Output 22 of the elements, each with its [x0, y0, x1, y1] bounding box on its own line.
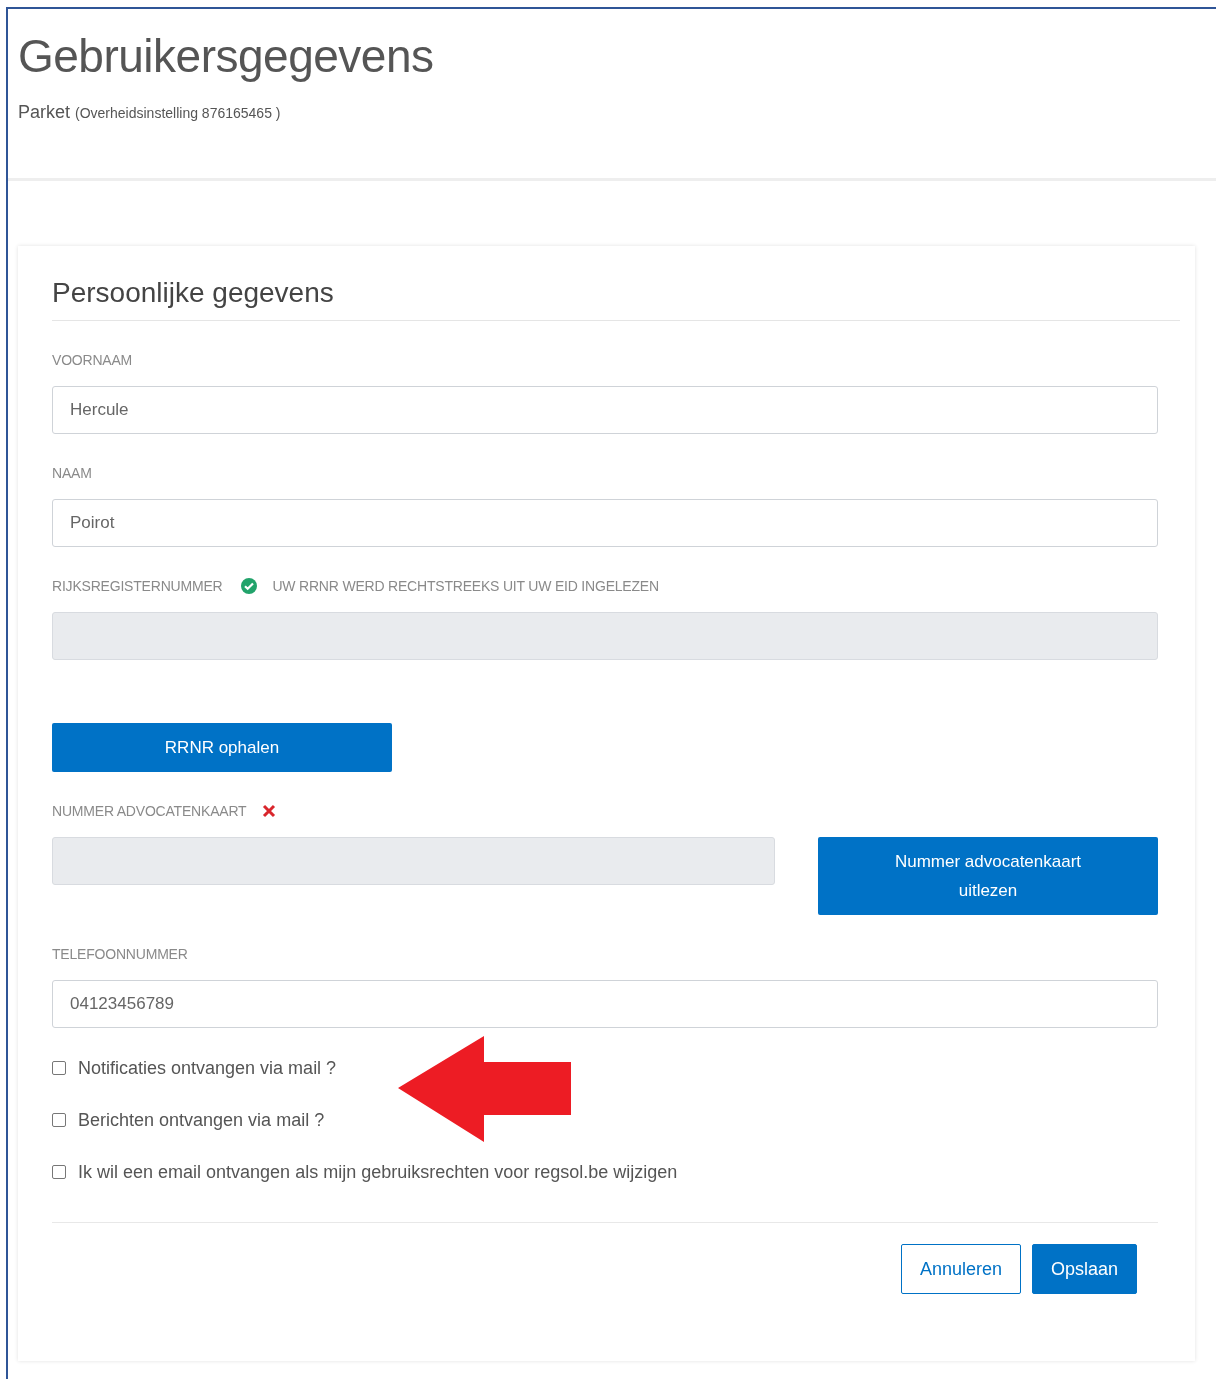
- organization-name: Parket: [18, 102, 71, 123]
- field-label: NUMMER ADVOCATENKAART: [52, 803, 247, 819]
- field-label: VOORNAAM: [52, 352, 133, 368]
- input-field[interactable]: Poirot: [52, 499, 1158, 547]
- arrow-icon: [398, 1036, 571, 1142]
- section-title: Persoonlijke gegevens: [52, 276, 1180, 321]
- input-field[interactable]: Hercule: [52, 386, 1158, 434]
- checkbox[interactable]: [52, 1165, 66, 1179]
- field-label: RIJKSREGISTERNUMMER: [52, 578, 223, 594]
- field-label: TELEFOONNUMMER: [52, 946, 188, 962]
- checkbox-label: Notificaties ontvangen via mail ?: [78, 1057, 337, 1079]
- page-title: Gebruikersgegevens: [18, 29, 435, 83]
- cancel-button[interactable]: Annuleren: [900, 1244, 1021, 1294]
- input-field[interactable]: 04123456789: [52, 980, 1158, 1028]
- save-button[interactable]: Opslaan: [1031, 1244, 1137, 1294]
- organization-detail: (Overheidsinstelling 876165465 ): [75, 105, 281, 121]
- field-label: NAAM: [52, 465, 92, 481]
- checkbox[interactable]: [52, 1113, 66, 1127]
- field-note: UW RRNR WERD RECHTSTREEKS UIT UW EID INGELEZEN: [272, 578, 659, 594]
- checkbox-label: Berichten ontvangen via mail ?: [78, 1109, 325, 1131]
- checkbox[interactable]: [52, 1061, 66, 1075]
- checkbox-label: Ik wil een email ontvangen als mijn gebruiksrechten voor regsol.be wijzigen: [78, 1161, 678, 1183]
